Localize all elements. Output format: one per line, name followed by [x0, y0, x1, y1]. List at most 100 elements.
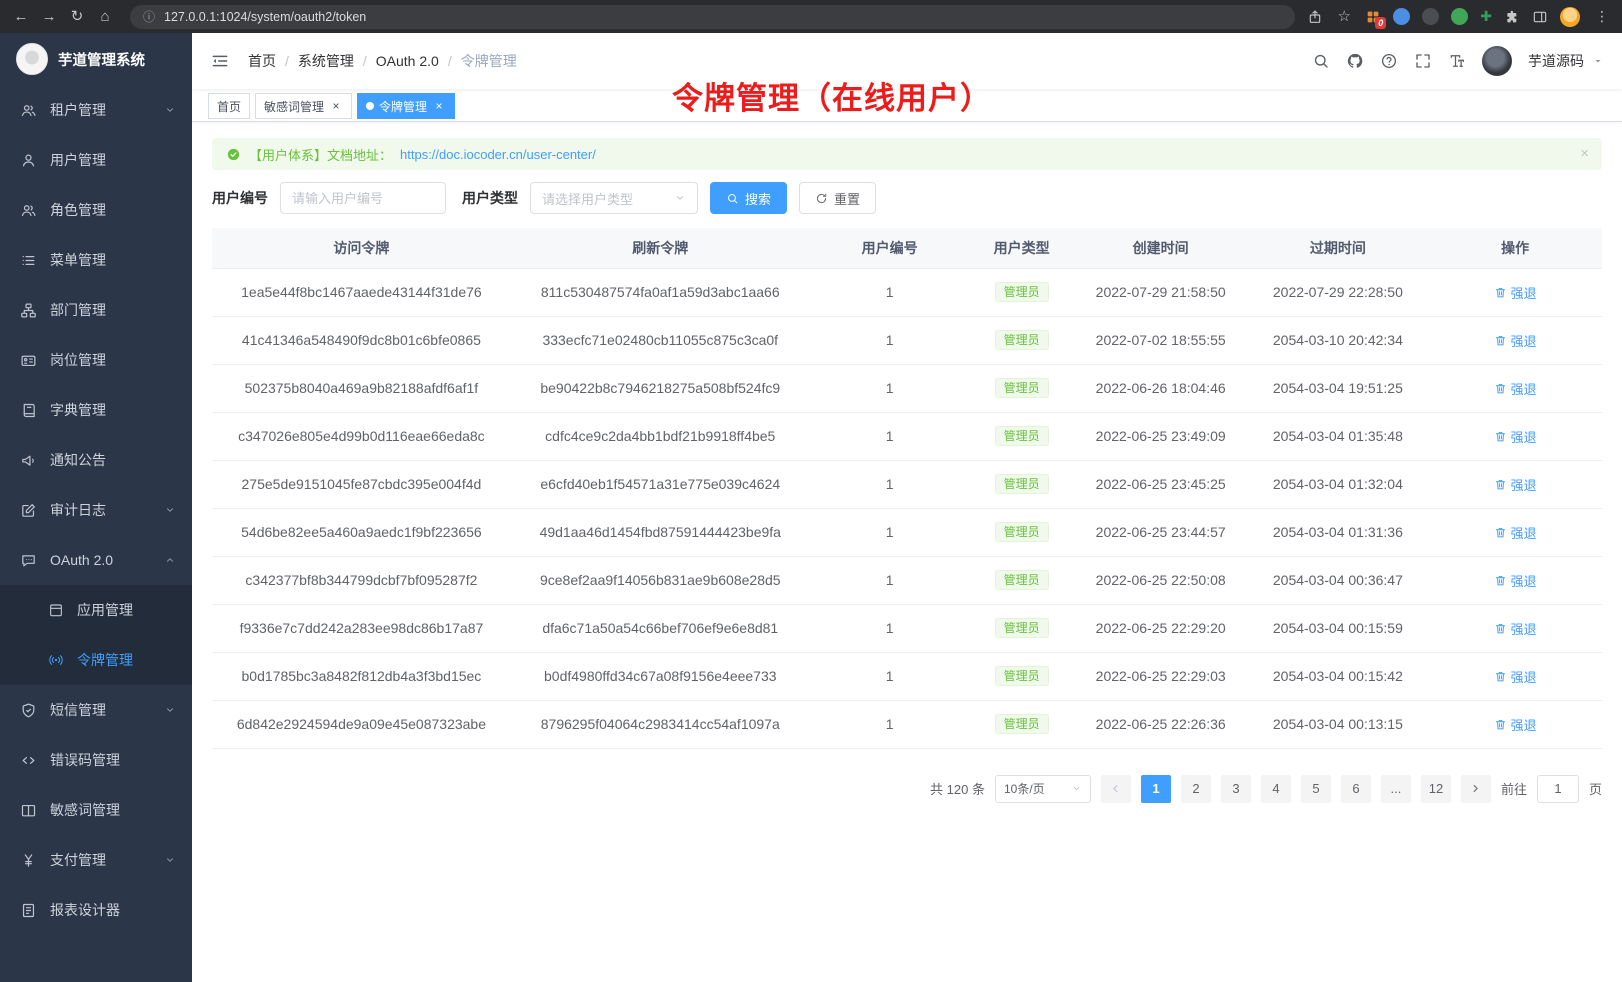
browser-home-icon[interactable]: ⌂	[92, 4, 118, 30]
github-icon[interactable]	[1346, 52, 1364, 70]
page-button-2[interactable]: 2	[1181, 775, 1211, 803]
sidebar-item-dict[interactable]: 字典管理	[0, 385, 192, 435]
page-button-5[interactable]: 5	[1301, 775, 1331, 803]
page-button-4[interactable]: 4	[1261, 775, 1291, 803]
extension-cross-icon[interactable]: ✚	[1480, 8, 1492, 25]
goto-page-input[interactable]	[1537, 775, 1579, 803]
page-button-12[interactable]: 12	[1421, 775, 1451, 803]
force-logout-button[interactable]: 强退	[1494, 427, 1537, 446]
next-page-button[interactable]	[1461, 775, 1491, 803]
shield-icon	[20, 702, 37, 719]
success-check-icon	[226, 147, 241, 162]
force-logout-button[interactable]: 强退	[1494, 475, 1537, 494]
user-type-select[interactable]: 请选择用户类型	[530, 182, 698, 214]
extension-dark-icon[interactable]	[1422, 8, 1439, 25]
tab-2[interactable]: 令牌管理×	[357, 93, 455, 119]
sidebar-item-report[interactable]: 报表设计器	[0, 885, 192, 935]
site-info-icon[interactable]: ⓘ	[143, 8, 155, 25]
select-caret-icon	[674, 192, 686, 204]
bookmark-star-icon[interactable]: ☆	[1335, 4, 1353, 30]
page-button-3[interactable]: 3	[1221, 775, 1251, 803]
sidebar-item-notice[interactable]: 通知公告	[0, 435, 192, 485]
force-logout-button[interactable]: 强退	[1494, 667, 1537, 686]
force-logout-button[interactable]: 强退	[1494, 283, 1537, 302]
user-id-input[interactable]	[280, 182, 446, 214]
font-size-icon[interactable]	[1448, 52, 1466, 70]
col-actions: 操作	[1428, 228, 1602, 268]
page-button-6[interactable]: 6	[1341, 775, 1371, 803]
force-logout-button[interactable]: 强退	[1494, 379, 1537, 398]
sidebar-item-oauth2-app[interactable]: 应用管理	[0, 585, 192, 635]
expires-at-cell: 2022-07-29 22:28:50	[1248, 268, 1429, 316]
force-logout-button[interactable]: 强退	[1494, 331, 1537, 350]
breadcrumb-item-oauth2[interactable]: OAuth 2.0	[376, 53, 461, 69]
sidebar-item-audit[interactable]: 审计日志	[0, 485, 192, 535]
tab-1[interactable]: 敏感词管理×	[255, 93, 352, 119]
browser-profile-avatar[interactable]	[1560, 7, 1580, 27]
address-bar[interactable]: ⓘ 127.0.0.1:1024/system/oauth2/token	[130, 5, 1295, 29]
filter-bar: 用户编号 用户类型 请选择用户类型 搜索 重置	[212, 182, 1602, 214]
sidebar-item-label: OAuth 2.0	[50, 552, 151, 568]
tab-close-icon[interactable]: ×	[329, 99, 343, 113]
username[interactable]: 芋道源码	[1528, 51, 1584, 71]
user-avatar[interactable]	[1482, 46, 1512, 76]
token-table: 访问令牌 刷新令牌 用户编号 用户类型 创建时间 过期时间 操作 1ea5e44…	[212, 228, 1602, 749]
force-logout-button[interactable]: 强退	[1494, 571, 1537, 590]
sidebar-item-user[interactable]: 用户管理	[0, 135, 192, 185]
sidebar-item-role[interactable]: 角色管理	[0, 185, 192, 235]
extension-green-icon[interactable]	[1451, 8, 1468, 25]
alert-text: 【用户体系】文档地址：	[249, 145, 392, 164]
user-type-badge: 管理员	[995, 378, 1049, 398]
reset-button[interactable]: 重置	[799, 182, 876, 214]
force-logout-button[interactable]: 强退	[1494, 523, 1537, 542]
sidebar-item-tenant[interactable]: 租户管理	[0, 85, 192, 135]
extensions-puzzle-icon[interactable]	[1504, 9, 1520, 25]
sidebar-item-pay[interactable]: 支付管理	[0, 835, 192, 885]
user-caret-down-icon[interactable]	[1592, 55, 1604, 67]
refresh-token-cell: 333ecfc71e02480cb11055c875c3ca0f	[511, 316, 810, 364]
search-button[interactable]: 搜索	[710, 182, 787, 214]
access-token-cell: 1ea5e44f8bc1467aaede43144f31de76	[212, 268, 511, 316]
browser-back-icon[interactable]: ←	[8, 4, 34, 30]
share-icon[interactable]	[1307, 9, 1323, 25]
access-token-cell: 275e5de9151045fe87cbdc395e004f4d	[212, 460, 511, 508]
fullscreen-icon[interactable]	[1414, 52, 1432, 70]
collapse-menu-icon[interactable]	[210, 51, 230, 71]
breadcrumb-item-system[interactable]: 系统管理	[298, 51, 376, 71]
sidebar-item-sms[interactable]: 短信管理	[0, 685, 192, 735]
browser-reload-icon[interactable]: ↻	[64, 4, 90, 30]
side-panel-icon[interactable]	[1532, 9, 1548, 25]
tab-0[interactable]: 首页	[208, 93, 250, 119]
sidebar-item-errcode[interactable]: 错误码管理	[0, 735, 192, 785]
tab-close-icon[interactable]: ×	[432, 99, 446, 113]
sidebar-item-oauth2-token[interactable]: 令牌管理	[0, 635, 192, 685]
alert-close-icon[interactable]: ×	[1580, 146, 1589, 161]
browser-menu-icon[interactable]: ⋮	[1592, 8, 1612, 25]
doc-link[interactable]: https://doc.iocoder.cn/user-center/	[400, 147, 596, 162]
sidebar-item-menu[interactable]: 菜单管理	[0, 235, 192, 285]
page-button-1[interactable]: 1	[1141, 775, 1171, 803]
sidebar-item-sensitive[interactable]: 敏感词管理	[0, 785, 192, 835]
logo-image	[16, 43, 48, 75]
sidebar-item-dept[interactable]: 部门管理	[0, 285, 192, 335]
sidebar-item-label: 应用管理	[77, 600, 176, 620]
search-icon[interactable]	[1312, 52, 1330, 70]
breadcrumb-item-home[interactable]: 首页	[248, 51, 298, 71]
sidebar-item-oauth2[interactable]: OAuth 2.0	[0, 535, 192, 585]
page-button-...[interactable]: ...	[1381, 775, 1411, 803]
force-logout-button[interactable]: 强退	[1494, 619, 1537, 638]
extension-blue-icon[interactable]	[1393, 8, 1410, 25]
help-icon[interactable]	[1380, 52, 1398, 70]
browser-forward-icon[interactable]: →	[36, 4, 62, 30]
page-size-select[interactable]: 10条/页	[995, 775, 1091, 803]
prev-page-button[interactable]	[1101, 775, 1131, 803]
sidebar-item-label: 短信管理	[50, 700, 151, 720]
table-row: c347026e805e4d99b0d116eae66eda8ccdfc4ce9…	[212, 412, 1602, 460]
breadcrumb: 首页 系统管理 OAuth 2.0 令牌管理	[248, 51, 517, 71]
extension-grid-icon[interactable]: 0	[1365, 9, 1381, 25]
reset-refresh-icon	[815, 192, 828, 205]
sidebar-item-post[interactable]: 岗位管理	[0, 335, 192, 385]
user-id-cell: 1	[810, 412, 970, 460]
force-logout-button[interactable]: 强退	[1494, 715, 1537, 734]
browser-chrome: ← → ↻ ⌂ ⓘ 127.0.0.1:1024/system/oauth2/t…	[0, 0, 1622, 33]
